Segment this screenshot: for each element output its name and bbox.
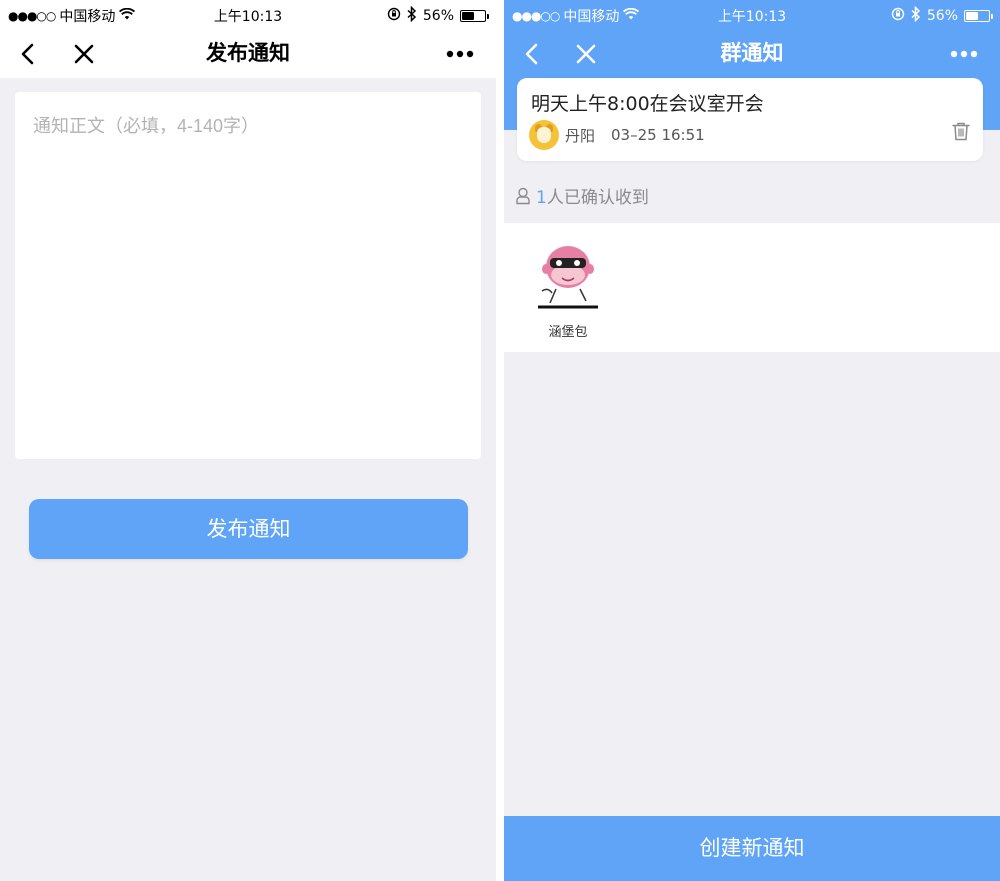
page-title: 群通知 <box>720 41 784 65</box>
more-button[interactable] <box>942 30 986 78</box>
battery-fill <box>462 12 475 20</box>
confirmed-count: 1 <box>536 188 547 208</box>
more-icon <box>950 50 978 58</box>
orientation-lock-icon <box>891 7 905 25</box>
notice-meta: 丹阳 03–25 16:51 <box>529 120 705 150</box>
notice-body-input[interactable] <box>15 92 481 459</box>
page-title: 发布通知 <box>206 41 290 65</box>
battery-percent: 56% <box>422 8 454 24</box>
post-time: 03–25 16:51 <box>611 126 705 144</box>
more-icon <box>446 50 474 58</box>
notice-body-card <box>15 92 481 459</box>
author-name: 丹阳 <box>565 126 596 145</box>
person-icon <box>516 187 530 204</box>
orientation-lock-icon <box>387 7 401 25</box>
bluetooth-icon <box>407 5 417 26</box>
confirmed-status: 1人已确认收到 <box>516 183 649 208</box>
group-notice-screen: ●●●○○ 中国移动 上午10:13 56% 群通知 明天上午8:00在会议室开… <box>504 0 1000 881</box>
bluetooth-icon <box>911 5 921 26</box>
author-avatar <box>529 120 559 150</box>
member-name: 涵堡包 <box>548 325 588 340</box>
status-bar: ●●●○○ 中国移动 上午10:13 56% <box>504 0 1000 30</box>
more-button[interactable] <box>438 30 482 78</box>
publish-button[interactable]: 发布通知 <box>29 499 468 559</box>
confirmed-members-list: 涵堡包 <box>504 223 1000 352</box>
nav-bar: 发布通知 <box>0 30 496 78</box>
battery-percent: 56% <box>926 8 958 24</box>
publish-notice-screen: ●●●○○ 中国移动 上午10:13 56% 发布通知 通知正文（必填，4-14… <box>0 0 496 881</box>
status-bar: ●●●○○ 中国移动 上午10:13 56% <box>0 0 496 30</box>
battery-fill <box>966 12 979 20</box>
battery-icon <box>460 10 489 22</box>
member-avatar <box>530 237 606 313</box>
nav-bar: 群通知 <box>504 30 1000 78</box>
trash-icon <box>952 122 970 141</box>
confirmed-label: 人已确认收到 <box>546 188 649 208</box>
member-item[interactable]: 涵堡包 <box>530 237 606 340</box>
notice-card[interactable]: 明天上午8:00在会议室开会 丹阳 03–25 16:51 <box>517 78 983 161</box>
create-notice-button[interactable]: 创建新通知 <box>504 816 1000 881</box>
delete-button[interactable] <box>951 121 971 145</box>
battery-icon <box>964 10 993 22</box>
notice-text: 明天上午8:00在会议室开会 <box>531 93 764 115</box>
